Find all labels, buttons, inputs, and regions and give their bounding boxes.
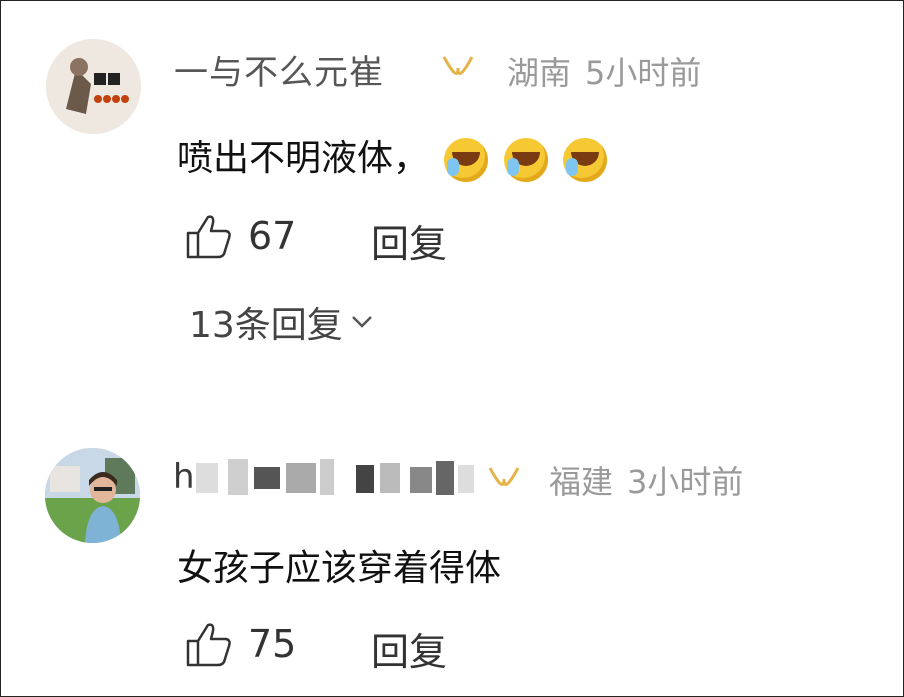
like-button[interactable]: 75 [184, 619, 296, 669]
crying-emoji-icon [444, 138, 489, 182]
comment-list: 一与不么元崔 湖南 5小时前 喷出不明液体， 67 回复 13条回复 h 福建 … [0, 0, 904, 697]
mosaic-mask [196, 459, 474, 495]
more-replies-label: 13条回复 [189, 305, 343, 346]
vip-badge-icon [488, 467, 520, 486]
like-count: 75 [248, 622, 297, 666]
more-replies-link[interactable]: 13条回复 [189, 296, 373, 348]
comment-meta: 福建 3小时前 [549, 457, 757, 503]
reply-button[interactable]: 回复 [371, 621, 447, 676]
username-text[interactable]: 一与不么元崔 [174, 53, 384, 93]
timestamp: 3小时前 [627, 463, 744, 501]
username-text[interactable]: h [173, 457, 196, 497]
avatar[interactable] [45, 448, 140, 543]
comment-text: 喷出不明液体， [177, 129, 608, 182]
avatar[interactable] [46, 39, 141, 134]
comment-text: 女孩子应该穿着得体 [177, 548, 502, 589]
comment-body: 喷出不明液体， [177, 138, 430, 179]
thumb-up-icon [186, 215, 231, 259]
chevron-down-icon [351, 316, 372, 328]
crying-emoji-icon [563, 138, 608, 182]
reply-button[interactable]: 回复 [371, 213, 447, 268]
vip-badge-icon [442, 56, 474, 75]
location: 湖南 [507, 54, 572, 92]
location: 福建 [549, 463, 614, 501]
crying-emoji-icon [503, 138, 548, 182]
thumb-up-icon [186, 623, 231, 667]
timestamp: 5小时前 [585, 54, 702, 92]
like-count: 67 [248, 214, 297, 258]
comment-meta: 湖南 5小时前 [507, 48, 715, 94]
like-button[interactable]: 67 [184, 211, 296, 261]
username[interactable]: 一与不么元崔 [174, 45, 384, 94]
username[interactable]: h [173, 457, 196, 497]
